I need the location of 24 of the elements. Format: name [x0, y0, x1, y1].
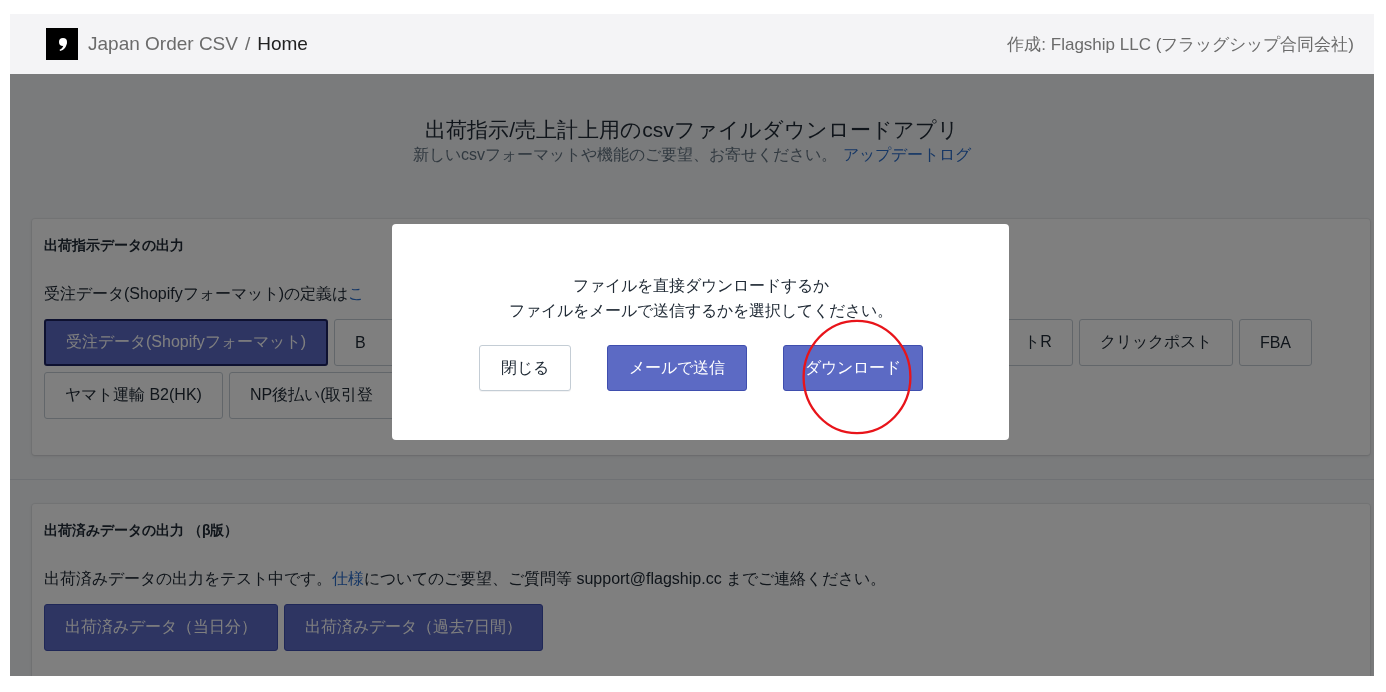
- export-button[interactable]: FBA: [1238, 319, 1312, 366]
- text-link[interactable]: こ: [348, 285, 365, 302]
- subtitle-text: 新しいcsvフォーマットや機能のご要望、お寄せください。: [413, 146, 837, 163]
- close-button[interactable]: 閉じる: [478, 345, 571, 391]
- modal-button[interactable]: ダウンロード: [782, 345, 923, 391]
- section-heading: 出荷指示データの出力: [44, 236, 185, 255]
- page-title: Home: [257, 33, 308, 55]
- export-button[interactable]: クリックポスト: [1078, 319, 1233, 366]
- breadcrumb-separator: /: [244, 33, 251, 55]
- app-name: Japan Order CSV: [88, 33, 238, 55]
- export-button[interactable]: ヤマト運輸 B2(HK): [44, 372, 223, 419]
- export-button[interactable]: 出荷済みデータ（過去7日間）: [284, 604, 543, 651]
- text-link[interactable]: 仕様: [332, 570, 364, 587]
- update-log-link[interactable]: アップデートログ: [843, 146, 971, 163]
- modal-button[interactable]: メールで送信: [606, 345, 747, 391]
- export-button[interactable]: 受注データ(Shopifyフォーマット): [44, 319, 329, 366]
- section-heading: 出荷済みデータの出力 （β版）: [44, 521, 240, 540]
- modal-message: ファイルを直接ダウンロードするか: [571, 276, 830, 296]
- credit-text: 作成: Flagship LLC (フラッグシップ合同会社): [1007, 33, 1354, 56]
- description-text: 出荷済みデータの出力をテスト中です。仕様についてのご要望、ご質問等 support@flagship.cc までご連絡ください。: [44, 569, 888, 589]
- modal-message: ファイルをメールで送信するかを選択してください。: [507, 301, 894, 321]
- export-button[interactable]: 出荷済みデータ（当日分）: [44, 604, 278, 651]
- app-heading: 出荷指示/売上計上用のcsvファイルダウンロードアプリ: [424, 117, 960, 143]
- logo-icon: [46, 28, 78, 60]
